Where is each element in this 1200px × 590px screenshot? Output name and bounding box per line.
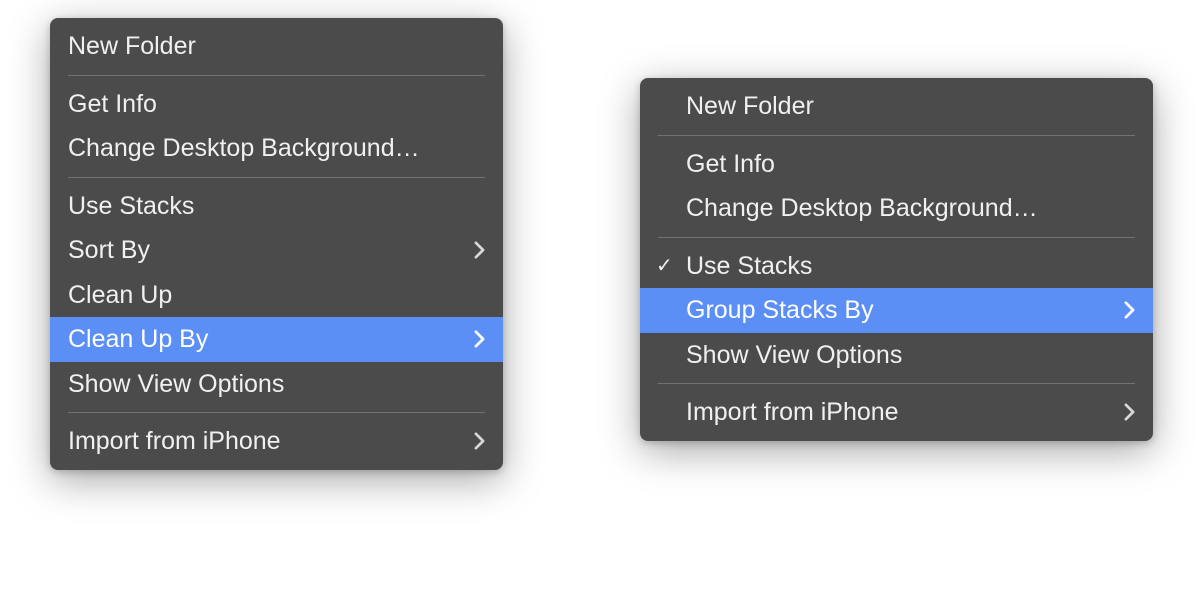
menu-separator xyxy=(68,177,485,178)
menu-item-label: Import from iPhone xyxy=(68,425,474,458)
menu-item-label: Group Stacks By xyxy=(686,294,1124,327)
menu-item-use-stacks[interactable]: ✓ Use Stacks xyxy=(640,244,1153,289)
menu-item-new-folder[interactable]: New Folder xyxy=(640,84,1153,129)
menu-item-label: Show View Options xyxy=(68,368,485,401)
menu-separator xyxy=(658,135,1135,136)
checkmark-icon: ✓ xyxy=(656,256,673,276)
menu-item-new-folder[interactable]: New Folder xyxy=(50,24,503,69)
desktop-context-menu-left[interactable]: New Folder Get Info Change Desktop Backg… xyxy=(50,18,503,470)
chevron-right-icon xyxy=(474,432,485,450)
menu-item-import-from-iphone[interactable]: Import from iPhone xyxy=(640,390,1153,435)
desktop-context-menu-right[interactable]: New Folder Get Info Change Desktop Backg… xyxy=(640,78,1153,441)
menu-item-change-desktop-background[interactable]: Change Desktop Background… xyxy=(50,126,503,171)
menu-item-label: Use Stacks xyxy=(68,190,485,223)
menu-item-label: Sort By xyxy=(68,234,474,267)
menu-item-label: New Folder xyxy=(686,90,1135,123)
menu-item-show-view-options[interactable]: Show View Options xyxy=(50,362,503,407)
chevron-right-icon xyxy=(1124,301,1135,319)
menu-separator xyxy=(68,412,485,413)
menu-item-label: Use Stacks xyxy=(686,250,1135,283)
menu-separator xyxy=(658,237,1135,238)
menu-item-label: Clean Up By xyxy=(68,323,474,356)
menu-separator xyxy=(68,75,485,76)
menu-item-clean-up[interactable]: Clean Up xyxy=(50,273,503,318)
menu-item-get-info[interactable]: Get Info xyxy=(50,82,503,127)
menu-item-use-stacks[interactable]: Use Stacks xyxy=(50,184,503,229)
menu-separator xyxy=(658,383,1135,384)
menu-item-label: Show View Options xyxy=(686,339,1135,372)
menu-item-label: Get Info xyxy=(68,88,485,121)
menu-item-sort-by[interactable]: Sort By xyxy=(50,228,503,273)
menu-item-label: Get Info xyxy=(686,148,1135,181)
menu-item-group-stacks-by[interactable]: Group Stacks By xyxy=(640,288,1153,333)
menu-item-label: Change Desktop Background… xyxy=(686,192,1135,225)
menu-item-get-info[interactable]: Get Info xyxy=(640,142,1153,187)
menu-item-label: New Folder xyxy=(68,30,485,63)
menu-item-label: Clean Up xyxy=(68,279,485,312)
menu-item-import-from-iphone[interactable]: Import from iPhone xyxy=(50,419,503,464)
menu-item-label: Change Desktop Background… xyxy=(68,132,485,165)
chevron-right-icon xyxy=(474,330,485,348)
menu-item-clean-up-by[interactable]: Clean Up By xyxy=(50,317,503,362)
menu-item-label: Import from iPhone xyxy=(686,396,1124,429)
menu-item-show-view-options[interactable]: Show View Options xyxy=(640,333,1153,378)
menu-item-change-desktop-background[interactable]: Change Desktop Background… xyxy=(640,186,1153,231)
chevron-right-icon xyxy=(474,241,485,259)
chevron-right-icon xyxy=(1124,403,1135,421)
